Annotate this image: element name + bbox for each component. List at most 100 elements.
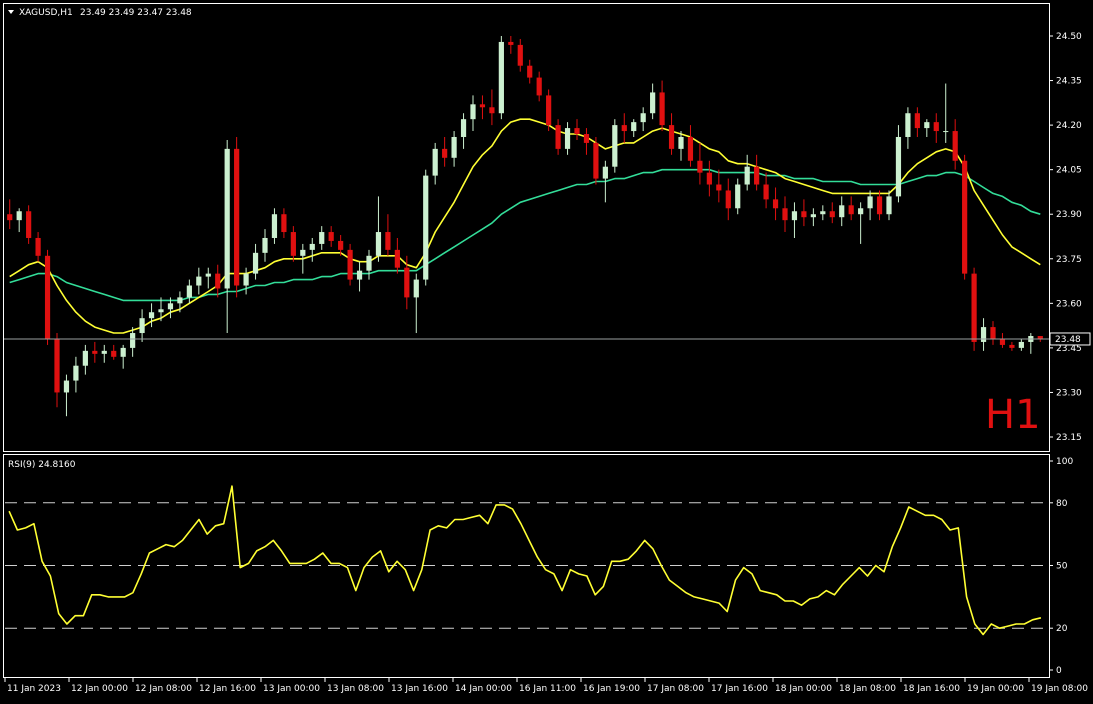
candle-body xyxy=(791,211,798,221)
price-tick-label: 23.75 xyxy=(1056,255,1082,265)
price-tick-label: 24.20 xyxy=(1056,121,1082,131)
candle-body xyxy=(460,119,467,137)
candle-body xyxy=(470,104,476,120)
candle-body xyxy=(612,125,618,167)
time-tick-label: 13 Jan 16:00 xyxy=(391,684,448,694)
candle-body xyxy=(687,136,694,161)
candle-body xyxy=(905,113,911,137)
candle-body xyxy=(423,175,429,280)
bull-candle xyxy=(612,119,618,173)
candle-body xyxy=(139,318,145,334)
current-price-marker: 23.48 xyxy=(1049,332,1091,346)
candle-body xyxy=(120,347,126,357)
time-tick-label: 19 Jan 08:00 xyxy=(1031,684,1088,694)
candle-body xyxy=(177,297,183,304)
candle-body xyxy=(158,309,164,313)
candle-body xyxy=(319,232,325,244)
candle-body xyxy=(300,249,306,256)
time-tick-label: 17 Jan 08:00 xyxy=(647,684,704,694)
candle-body xyxy=(914,113,920,129)
candle-body xyxy=(271,214,278,238)
candle-body xyxy=(252,252,259,274)
bear-candle xyxy=(347,243,353,286)
candle-body xyxy=(26,211,32,238)
candle-body xyxy=(810,214,816,218)
candle-body xyxy=(735,184,741,209)
candle-body xyxy=(82,350,88,366)
candle-body xyxy=(943,131,949,133)
candle-body xyxy=(772,199,779,209)
time-tick-label: 19 Jan 00:00 xyxy=(967,684,1024,694)
candle-body xyxy=(1009,344,1015,348)
candle-body xyxy=(385,232,391,250)
ohlc-readout: 23.49 23.49 23.47 23.48 xyxy=(80,8,192,18)
candle-body xyxy=(895,136,902,197)
candle-body xyxy=(442,148,448,158)
candle-body xyxy=(130,333,136,348)
candle-body xyxy=(413,279,419,298)
chart-canvas: 24.5024.3524.2024.0523.9023.7523.6023.45… xyxy=(0,0,1093,700)
candle-body xyxy=(498,41,504,114)
time-tick-label: 18 Jan 16:00 xyxy=(903,684,960,694)
price-tick-label: 24.50 xyxy=(1056,32,1082,42)
candle-body xyxy=(999,338,1006,345)
candle-body xyxy=(933,122,939,132)
rsi-tick-label: 80 xyxy=(1056,499,1068,509)
candle-body xyxy=(858,208,864,215)
candle-body xyxy=(546,95,552,126)
candle-body xyxy=(356,270,363,280)
candle-body xyxy=(167,303,174,310)
candle-body xyxy=(650,92,656,114)
candle-body xyxy=(668,125,675,149)
candle-body xyxy=(697,160,703,173)
candle-body xyxy=(744,166,750,185)
candle-body xyxy=(829,211,835,218)
bear-candle xyxy=(234,136,240,298)
time-tick-label: 12 Jan 00:00 xyxy=(71,684,128,694)
candle-body xyxy=(583,134,590,143)
trading-chart-window: 24.50 24.35 24.20 24.05 23.90 23.75 23.60 23.45… xyxy=(0,0,1093,700)
candle-body xyxy=(54,338,60,393)
candle-body xyxy=(555,125,561,149)
rsi-header: RSI(9) 24.8160 xyxy=(8,460,76,470)
candle-body xyxy=(338,240,344,250)
candle-body xyxy=(186,285,192,298)
candle-body xyxy=(432,148,438,176)
candle-body xyxy=(725,190,731,209)
time-tick-label: 18 Jan 08:00 xyxy=(839,684,896,694)
candle-body xyxy=(640,113,646,123)
candle-body xyxy=(101,350,107,354)
candle-body xyxy=(980,327,987,342)
candle-body xyxy=(527,65,533,78)
candle-body xyxy=(366,255,372,271)
candle-body xyxy=(479,104,486,108)
time-tick-label: 18 Jan 00:00 xyxy=(775,684,832,694)
candle-body xyxy=(839,205,845,218)
candle-body xyxy=(404,267,410,298)
candle-body xyxy=(971,273,977,342)
symbol-label[interactable]: XAGUSD,H1 xyxy=(19,8,73,18)
candle-body xyxy=(290,232,296,256)
candle-body xyxy=(63,380,70,393)
bear-candle xyxy=(971,267,977,351)
candle-body xyxy=(782,208,788,221)
candle-body xyxy=(7,214,13,221)
time-tick-label: 12 Jan 16:00 xyxy=(199,684,256,694)
rsi-tick-label: 0 xyxy=(1056,666,1062,676)
rsi-tick-label: 50 xyxy=(1056,562,1068,572)
candle-body xyxy=(92,350,98,354)
bull-candle xyxy=(498,36,504,120)
candle-body xyxy=(111,350,117,357)
candle-body xyxy=(309,243,315,250)
price-tick-label: 23.30 xyxy=(1056,388,1082,398)
time-tick-label: 11 Jan 2023 xyxy=(7,684,61,694)
current-price-label: 23.48 xyxy=(1055,335,1081,345)
bear-candle xyxy=(593,136,599,185)
candle-body xyxy=(924,122,930,129)
time-tick-label: 17 Jan 16:00 xyxy=(711,684,768,694)
candle-body xyxy=(1018,341,1024,348)
price-tick-label: 23.60 xyxy=(1056,299,1082,309)
candle-body xyxy=(262,237,268,253)
candle-body xyxy=(659,92,665,126)
candle-body xyxy=(196,276,202,286)
